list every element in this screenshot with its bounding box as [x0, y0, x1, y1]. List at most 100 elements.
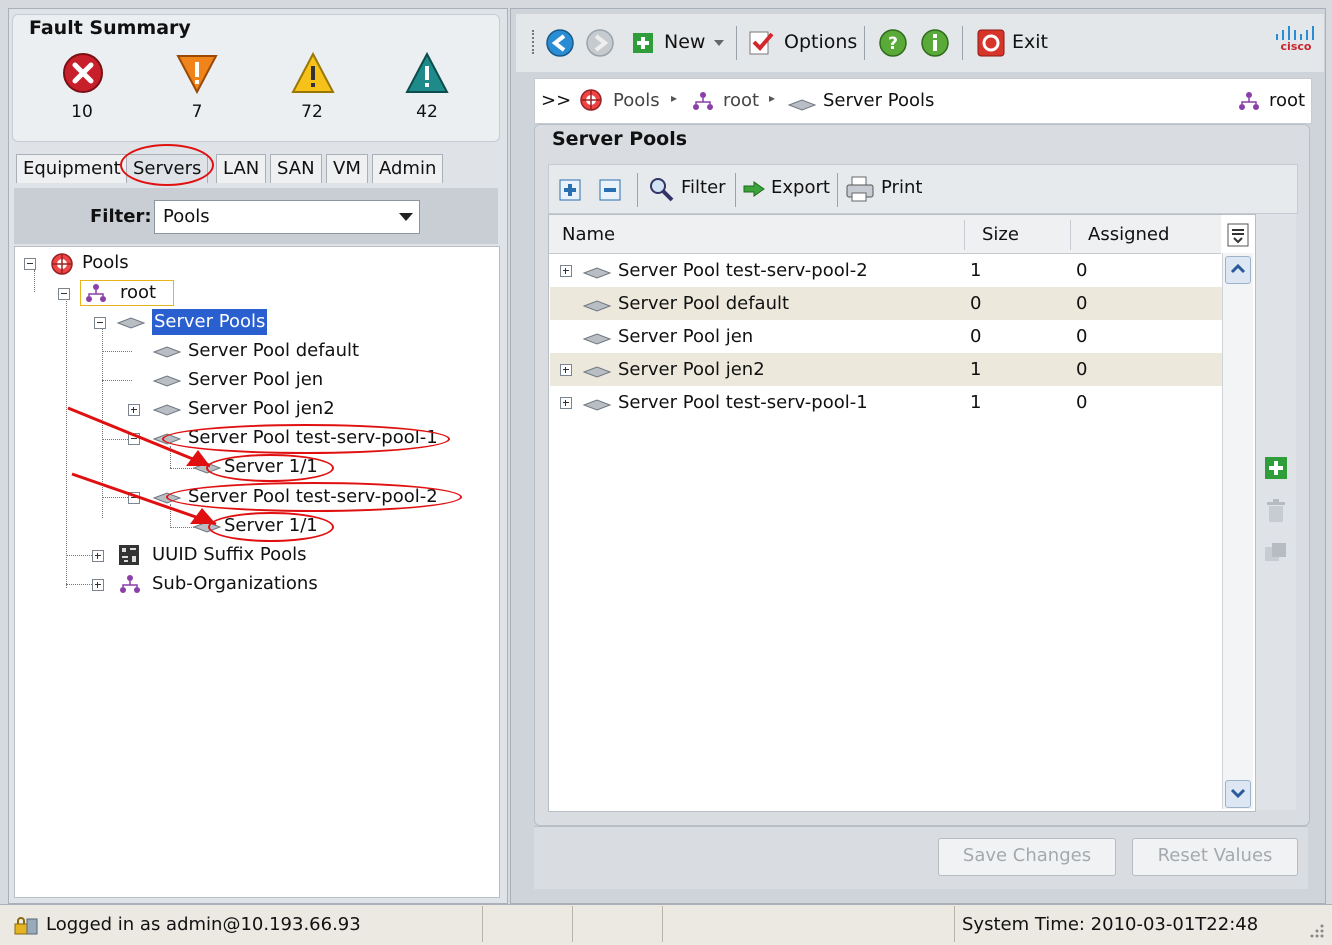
column-header-name[interactable]: Name: [562, 224, 615, 245]
collapse-icon[interactable]: [94, 317, 106, 329]
table-row[interactable]: Server Pool default 0 0: [550, 287, 1222, 320]
exit-button[interactable]: Exit: [1012, 28, 1048, 56]
expand-icon[interactable]: [560, 265, 572, 277]
expand-icon[interactable]: [560, 397, 572, 409]
table-scrollbar[interactable]: [1222, 253, 1253, 809]
reset-values-button[interactable]: Reset Values: [1132, 838, 1298, 876]
tab-admin[interactable]: Admin: [372, 154, 444, 183]
delete-icon[interactable]: [1264, 498, 1288, 524]
export-button[interactable]: Export: [771, 177, 830, 198]
info-icon[interactable]: [920, 28, 950, 58]
exit-icon: [977, 29, 1005, 57]
filter-select-value: Pools: [163, 206, 210, 227]
forward-icon[interactable]: [584, 28, 616, 58]
column-header-size[interactable]: Size: [982, 224, 1019, 245]
filter-select[interactable]: Pools: [154, 200, 420, 234]
resize-grip-icon[interactable]: [1306, 920, 1326, 940]
add-icon[interactable]: [1264, 456, 1288, 480]
server-pool-icon: [787, 99, 817, 111]
column-divider[interactable]: [964, 220, 965, 250]
status-divider: [662, 906, 663, 942]
status-divider: [482, 906, 483, 942]
options-icon: [749, 31, 774, 55]
svg-text:?: ?: [888, 34, 898, 54]
toolbar-separator: [962, 26, 963, 60]
toolbar-separator: [837, 173, 838, 207]
pools-icon: [580, 89, 602, 111]
breadcrumb-prefix: >>: [541, 90, 572, 111]
expand-icon[interactable]: [560, 364, 572, 376]
collapse-icon[interactable]: [58, 288, 70, 300]
tab-san[interactable]: SAN: [270, 154, 322, 183]
fault-summary-title: Fault Summary: [29, 17, 191, 39]
table-row[interactable]: Server Pool test-serv-pool-1 1 0: [550, 386, 1222, 419]
grid-toolbar: Filter Export Print: [548, 164, 1298, 214]
cell-name: Server Pool default: [618, 293, 790, 314]
cell-assigned: 0: [1076, 293, 1088, 314]
table-row[interactable]: Server Pool test-serv-pool-2 1 0: [550, 254, 1222, 287]
chevron-down-icon[interactable]: [399, 213, 413, 221]
server-pool-icon: [582, 267, 612, 279]
new-button[interactable]: New: [664, 28, 705, 56]
table-row[interactable]: Server Pool jen2 1 0: [550, 353, 1222, 386]
critical-fault-icon[interactable]: [60, 50, 106, 96]
toolbar-separator: [736, 26, 737, 60]
tree-label: Server Pools: [152, 309, 268, 335]
breadcrumb-item-pools[interactable]: Pools: [613, 90, 660, 111]
breadcrumb-org-label[interactable]: root: [1269, 90, 1305, 111]
help-icon[interactable]: ?: [878, 28, 908, 58]
back-icon[interactable]: [544, 28, 576, 58]
breadcrumb-separator-icon: ▸: [769, 91, 776, 105]
table-row[interactable]: Server Pool jen 0 0: [550, 320, 1222, 353]
filter-button[interactable]: Filter: [681, 177, 726, 198]
status-divider: [572, 906, 573, 942]
cell-name: Server Pool jen: [618, 326, 754, 347]
scroll-down-button[interactable]: [1225, 780, 1251, 808]
expand-all-icon[interactable]: [559, 179, 581, 201]
uuid-icon: [119, 545, 139, 565]
filter-label: Filter:: [90, 206, 152, 227]
tree-label: Sub-Organizations: [152, 573, 318, 594]
breadcrumb-item-root[interactable]: root: [723, 90, 759, 111]
cell-size: 1: [970, 392, 982, 413]
toolbar-separator: [864, 26, 865, 60]
scroll-up-button[interactable]: [1225, 256, 1251, 284]
save-changes-button[interactable]: Save Changes: [938, 838, 1116, 876]
toolbar-separator: [735, 173, 736, 207]
column-header-assigned[interactable]: Assigned: [1088, 224, 1169, 245]
server-pool-icon: [582, 366, 612, 378]
expand-icon[interactable]: [92, 579, 104, 591]
tab-equipment[interactable]: Equipment: [16, 154, 128, 183]
annotation-arrows: [67, 406, 217, 526]
major-fault-icon[interactable]: [174, 50, 220, 96]
warning-fault-count: 42: [416, 102, 438, 122]
print-icon: [846, 176, 874, 202]
server-pool-icon: [152, 346, 182, 358]
server-pool-icon: [582, 333, 612, 345]
properties-icon[interactable]: [1264, 542, 1288, 566]
options-button[interactable]: Options: [784, 28, 857, 56]
tab-vm[interactable]: VM: [326, 154, 368, 183]
tab-lan[interactable]: LAN: [216, 154, 267, 183]
server-pool-icon: [116, 317, 146, 329]
cell-name: Server Pool test-serv-pool-2: [618, 260, 868, 281]
minor-fault-icon[interactable]: [290, 50, 336, 96]
cell-size: 0: [970, 293, 982, 314]
warning-fault-icon[interactable]: [404, 50, 450, 96]
tree-label: UUID Suffix Pools: [152, 544, 307, 565]
org-icon: [86, 284, 106, 302]
column-chooser-icon[interactable]: [1226, 222, 1250, 248]
collapse-icon[interactable]: [24, 258, 36, 270]
print-button[interactable]: Print: [881, 177, 922, 198]
column-divider[interactable]: [1070, 220, 1071, 250]
dropdown-arrow-icon[interactable]: [714, 40, 724, 46]
system-time: System Time: 2010-03-01T22:48: [962, 914, 1259, 935]
collapse-all-icon[interactable]: [599, 179, 621, 201]
org-icon: [693, 92, 713, 110]
expand-icon[interactable]: [92, 550, 104, 562]
status-divider: [954, 906, 955, 942]
cell-assigned: 0: [1076, 260, 1088, 281]
tree-label: Server Pool default: [188, 340, 360, 361]
new-icon: [633, 33, 653, 53]
tree-label: Pools: [82, 252, 129, 273]
